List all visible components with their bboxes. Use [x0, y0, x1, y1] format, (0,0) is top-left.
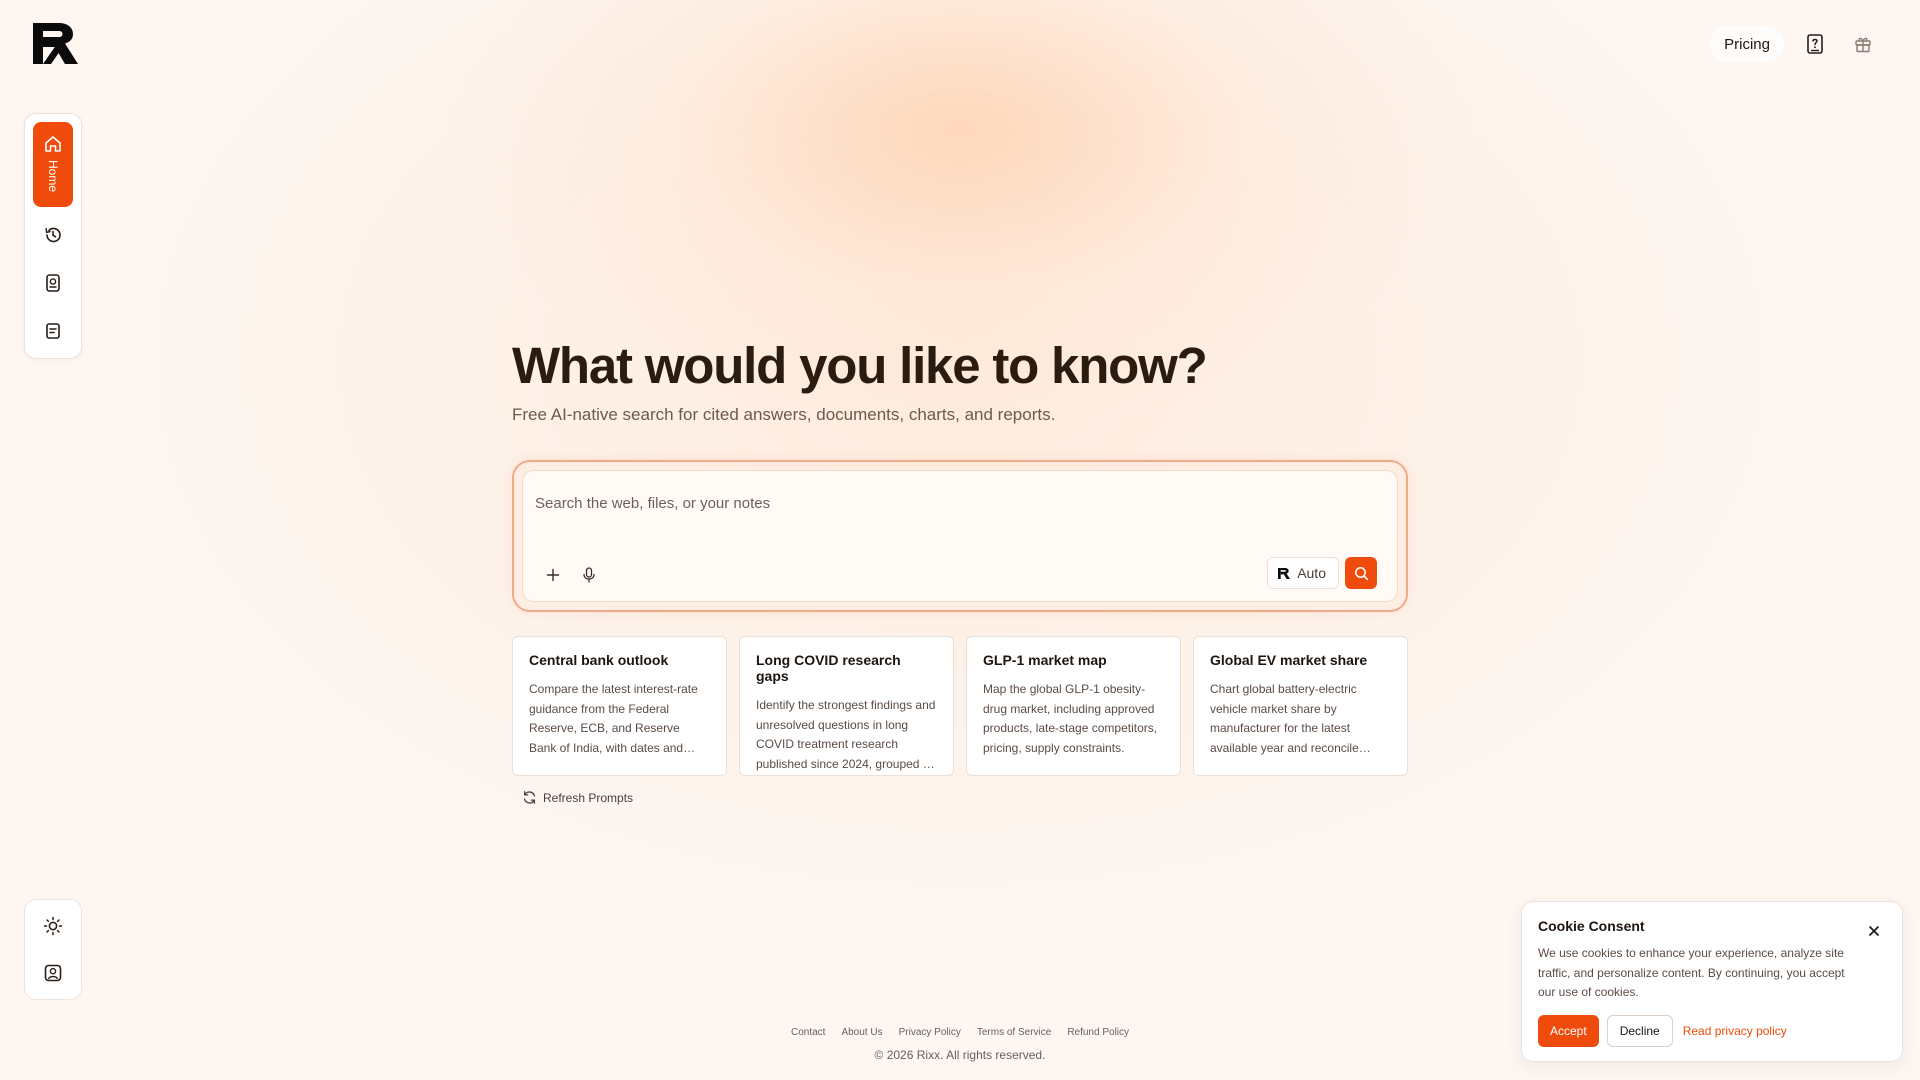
footer-link-about[interactable]: About Us	[841, 1027, 882, 1038]
theme-toggle[interactable]	[33, 906, 73, 946]
prompt-card[interactable]: Global EV market share Chart global batt…	[1193, 636, 1408, 776]
prompt-card-title: Global EV market share	[1210, 652, 1368, 668]
prompt-card[interactable]: Long COVID research gaps Identify the st…	[739, 636, 954, 776]
sidebar-item-history[interactable]	[33, 215, 73, 255]
footer-link-contact[interactable]: Contact	[791, 1027, 825, 1038]
prompt-card-description: Identify the strongest findings and unre…	[756, 698, 936, 771]
account-button[interactable]	[33, 953, 73, 993]
cookie-consent-text: We use cookies to enhance your experienc…	[1538, 946, 1845, 999]
mode-label: Auto	[1297, 565, 1326, 581]
rixx-logo[interactable]	[33, 23, 78, 64]
search-box: Auto	[512, 460, 1408, 612]
prompt-card-title: GLP-1 market map	[983, 652, 1107, 668]
gift-button[interactable]	[1846, 27, 1880, 61]
pricing-button[interactable]: Pricing	[1710, 26, 1784, 62]
account-icon	[44, 964, 62, 981]
footer-link-terms[interactable]: Terms of Service	[977, 1027, 1051, 1038]
search-input[interactable]	[535, 491, 1235, 515]
cookie-close-button[interactable]	[1866, 924, 1882, 940]
plus-icon	[546, 568, 560, 582]
help-book-icon	[1807, 34, 1823, 54]
search-icon	[1354, 566, 1368, 580]
prompt-card[interactable]: GLP-1 market map Map the global GLP-1 ob…	[966, 636, 1181, 776]
library-icon	[46, 274, 60, 292]
attach-button[interactable]	[541, 563, 565, 587]
sidebar-item-home-label: Home	[46, 160, 60, 193]
top-right-toolbar: Pricing	[1710, 26, 1880, 62]
sidebar-bottom	[24, 899, 82, 1000]
cookie-consent-dialog: Cookie Consent We use cookies to enhance…	[1521, 901, 1903, 1062]
refresh-prompts-button[interactable]: Refresh Prompts	[522, 790, 633, 805]
theme-sun-icon	[43, 917, 63, 936]
cookie-actions: Accept Decline Read privacy policy	[1538, 1014, 1886, 1047]
privacy-policy-link[interactable]: Read privacy policy	[1683, 1024, 1787, 1038]
voice-input-button[interactable]	[577, 563, 601, 587]
history-icon	[45, 227, 61, 243]
prompt-card-title: Long COVID research gaps	[756, 652, 901, 684]
prompt-card-description: Chart global battery-electric vehicle ma…	[1210, 682, 1359, 755]
search-submit-button[interactable]	[1345, 557, 1377, 589]
decline-button[interactable]: Decline	[1606, 1014, 1673, 1047]
refresh-icon	[523, 791, 536, 804]
search-tools-right: Auto	[1267, 557, 1377, 589]
accept-button[interactable]: Accept	[1538, 1014, 1599, 1047]
page-title: What would you like to know?	[512, 337, 1208, 394]
cookie-consent-title: Cookie Consent	[1538, 918, 1645, 934]
prompt-cards: Central bank outlook Compare the latest …	[512, 636, 1408, 776]
notes-icon	[46, 323, 60, 339]
help-book-button[interactable]	[1798, 27, 1832, 61]
rixx-mode-icon	[1278, 567, 1291, 579]
footer-link-refund[interactable]: Refund Policy	[1067, 1027, 1129, 1038]
page-subtitle: Free AI-native search for cited answers,…	[512, 405, 1056, 424]
mode-selector-button[interactable]: Auto	[1267, 557, 1339, 589]
search-box-inner: Auto	[522, 470, 1398, 602]
home-icon	[45, 136, 61, 152]
prompt-card-description: Compare the latest interest-rate guidanc…	[529, 682, 698, 755]
prompt-card-title: Central bank outlook	[529, 652, 669, 668]
sidebar-item-library[interactable]	[33, 263, 73, 303]
prompt-card-description: Map the global GLP-1 obesity-drug market…	[983, 682, 1158, 755]
sidebar: Home	[24, 113, 82, 359]
search-tools-left	[541, 563, 601, 587]
refresh-prompts-label: Refresh Prompts	[543, 790, 634, 805]
footer-link-privacy[interactable]: Privacy Policy	[899, 1027, 961, 1038]
prompt-card[interactable]: Central bank outlook Compare the latest …	[512, 636, 727, 776]
microphone-icon	[583, 567, 595, 583]
gift-icon	[1855, 37, 1871, 53]
close-icon	[1869, 925, 1879, 936]
sidebar-item-notes[interactable]	[33, 311, 73, 351]
sidebar-item-home[interactable]: Home	[33, 122, 73, 207]
